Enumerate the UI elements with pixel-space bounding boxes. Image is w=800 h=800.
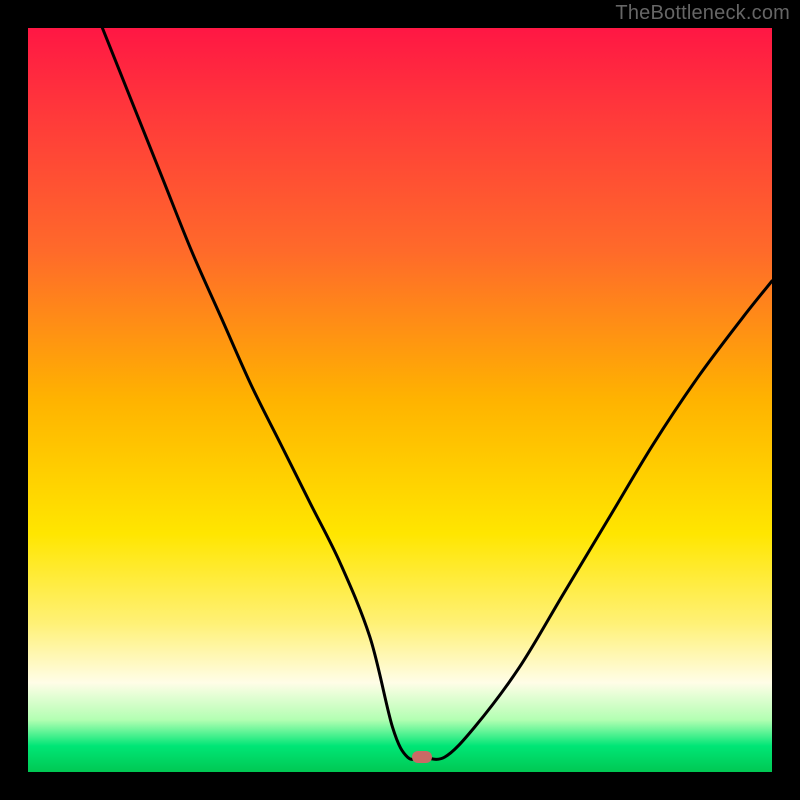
chart-stage: TheBottleneck.com — [0, 0, 800, 800]
curve-layer — [28, 28, 772, 772]
plot-area — [28, 28, 772, 772]
bottleneck-curve — [102, 28, 772, 759]
optimal-point-marker — [412, 751, 432, 763]
watermark-text: TheBottleneck.com — [615, 2, 790, 25]
